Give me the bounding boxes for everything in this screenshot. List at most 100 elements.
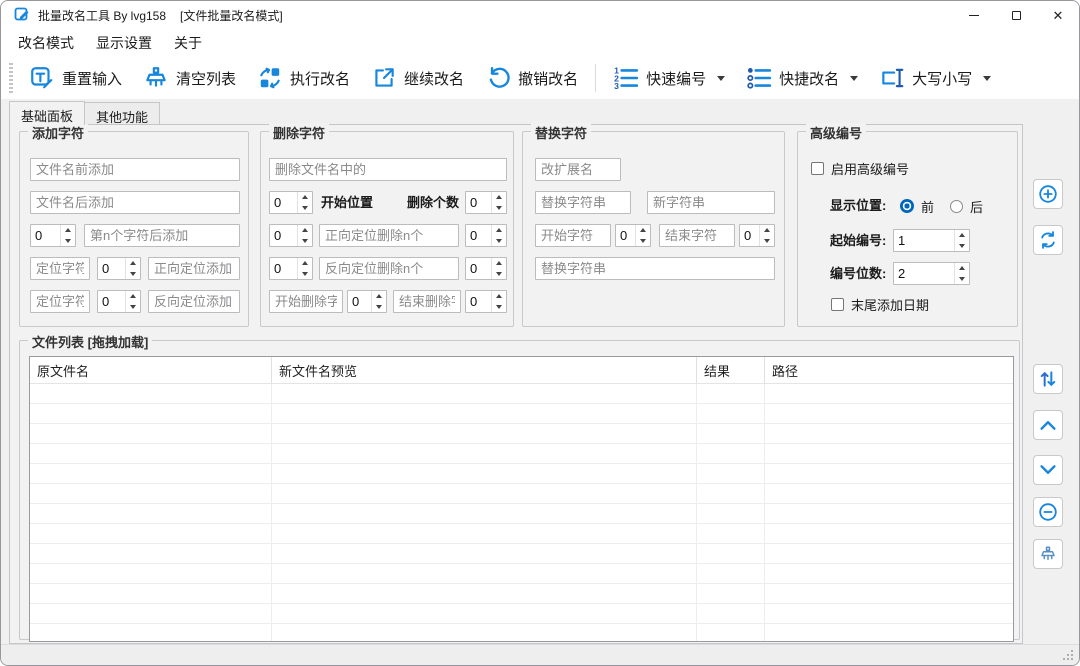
spin-down-button[interactable] [492,302,506,313]
forward-delete-count-value[interactable] [466,225,491,246]
spin-down-button[interactable] [372,302,386,313]
reverse-delete-position-spinner[interactable] [269,257,313,280]
digit-count-value[interactable] [894,263,954,284]
end-char-input[interactable] [659,224,735,247]
move-up-button[interactable] [1033,410,1063,440]
menu-item-display-settings[interactable]: 显示设置 [85,29,163,57]
forward-delete-position-spinner[interactable] [269,224,313,247]
spin-up-button[interactable] [372,291,386,302]
spin-down-button[interactable] [298,269,312,280]
reverse-delete-position-value[interactable] [270,258,297,279]
spin-down-button[interactable] [636,236,650,247]
spin-up-button[interactable] [955,230,969,241]
spin-down-button[interactable] [492,203,506,214]
position-front-radio[interactable]: 前 [900,198,934,214]
delete-from-spinner[interactable] [347,290,387,313]
column-header-path[interactable]: 路径 [765,357,1013,383]
delete-from-value[interactable] [348,291,371,312]
quick-number-dropdown[interactable]: 1 2 3 快速编号 [605,61,733,95]
spin-down-button[interactable] [126,269,140,280]
quick-rename-dropdown[interactable]: 快捷改名 [738,61,866,95]
extension-input[interactable] [535,158,621,181]
delete-count-value[interactable] [466,192,491,213]
resize-grip[interactable] [1061,648,1074,661]
column-header-new-name-preview[interactable]: 新文件名预览 [272,357,697,383]
end-char-spinner[interactable] [739,224,775,247]
enable-advanced-checkbox[interactable]: 启用高级编号 [811,160,909,176]
end-char-value[interactable] [740,225,759,246]
tab-basic-panel[interactable]: 基础面板 [9,101,85,125]
nth-position-spinner[interactable] [30,224,76,247]
delete-count-spinner[interactable] [465,191,507,214]
forward-position-spinner[interactable] [97,257,141,280]
delete-to-value[interactable] [466,291,491,312]
menu-item-rename-mode[interactable]: 改名模式 [7,29,85,57]
prefix-input[interactable] [30,158,240,181]
file-table[interactable]: 原文件名 新文件名预览 结果 路径 [29,356,1014,642]
delete-start-value[interactable] [270,192,297,213]
reverse-delete-count-value[interactable] [466,258,491,279]
sort-button[interactable] [1033,364,1063,394]
new-string-input[interactable] [647,191,775,214]
spin-up-button[interactable] [126,291,140,302]
start-char-spinner[interactable] [615,224,651,247]
delete-from-input[interactable] [269,290,343,313]
maximize-button[interactable] [995,1,1037,29]
spin-down-button[interactable] [492,269,506,280]
spin-up-button[interactable] [636,225,650,236]
reverse-position-value[interactable] [98,291,125,312]
continue-rename-button[interactable]: 继续改名 [363,61,472,95]
remove-file-button[interactable] [1033,497,1063,527]
spin-down-button[interactable] [126,302,140,313]
spin-up-button[interactable] [760,225,774,236]
tab-other-functions[interactable]: 其他功能 [85,102,160,124]
file-table-body[interactable] [30,384,1013,642]
start-number-spinner[interactable] [893,229,970,252]
old-string-input[interactable] [535,191,631,214]
close-button[interactable]: ✕ [1037,1,1079,29]
forward-locate-char-input[interactable] [30,257,90,280]
nth-add-input[interactable] [84,224,240,247]
forward-delete-input[interactable] [319,224,459,247]
forward-position-value[interactable] [98,258,125,279]
spin-down-button[interactable] [61,236,75,247]
forward-add-input[interactable] [148,257,240,280]
spin-up-button[interactable] [492,225,506,236]
spin-down-button[interactable] [298,236,312,247]
spin-up-button[interactable] [298,258,312,269]
spin-down-button[interactable] [298,203,312,214]
clear-list-button[interactable]: 清空列表 [135,61,244,95]
start-char-input[interactable] [535,224,611,247]
delete-to-spinner[interactable] [465,290,507,313]
spin-down-button[interactable] [955,274,969,285]
position-back-radio[interactable]: 后 [950,198,983,214]
toolbar-grip[interactable] [9,63,13,93]
start-number-value[interactable] [894,230,954,251]
spin-up-button[interactable] [298,192,312,203]
undo-rename-button[interactable]: 撤销改名 [477,61,586,95]
full-replace-input[interactable] [535,257,775,280]
spin-up-button[interactable] [61,225,75,236]
spin-up-button[interactable] [492,258,506,269]
append-date-checkbox[interactable]: 末尾添加日期 [831,296,929,312]
reverse-add-input[interactable] [148,290,240,313]
spin-down-button[interactable] [760,236,774,247]
case-dropdown[interactable]: 大写小写 [871,61,999,95]
spin-up-button[interactable] [126,258,140,269]
suffix-input[interactable] [30,191,240,214]
column-header-original-name[interactable]: 原文件名 [30,357,272,383]
delete-to-input[interactable] [393,290,461,313]
reverse-delete-input[interactable] [319,257,459,280]
spin-up-button[interactable] [492,192,506,203]
nth-position-value[interactable] [31,225,60,246]
reset-input-button[interactable]: 重置输入 [21,61,130,95]
delete-start-spinner[interactable] [269,191,313,214]
minimize-button[interactable] [953,1,995,29]
forward-delete-count-spinner[interactable] [465,224,507,247]
spin-down-button[interactable] [955,241,969,252]
digit-count-spinner[interactable] [893,262,970,285]
move-down-button[interactable] [1033,455,1063,485]
column-header-result[interactable]: 结果 [697,357,765,383]
spin-up-button[interactable] [955,263,969,274]
start-char-value[interactable] [616,225,635,246]
